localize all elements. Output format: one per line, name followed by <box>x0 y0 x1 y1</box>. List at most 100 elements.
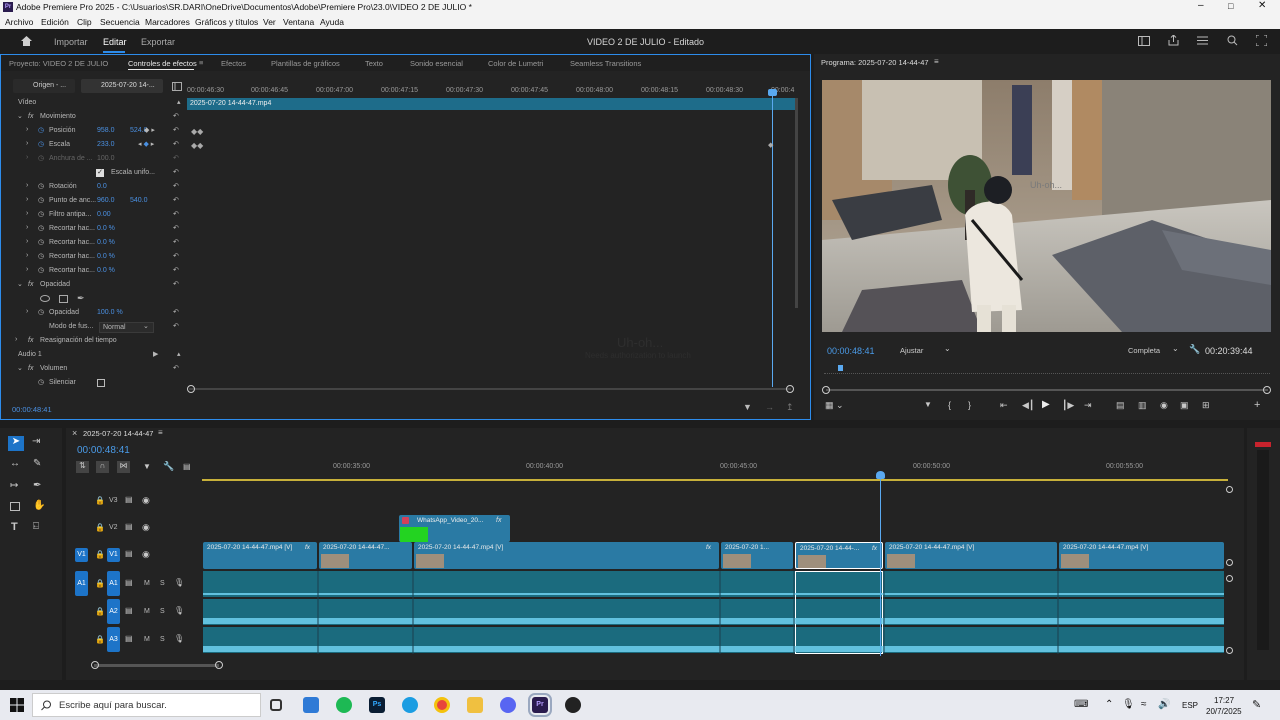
anchor-row[interactable]: › ◷ Punto de anc... 960.0 540.0 ↶ <box>1 195 186 209</box>
blend-row[interactable]: Modo de fus... Normal ⌄ ↶ <box>1 321 186 335</box>
sync-lock-icon[interactable]: ▤ <box>125 606 133 615</box>
program-zoom-right[interactable] <box>1263 386 1271 394</box>
ec-scrollbar[interactable] <box>795 98 798 308</box>
stopwatch-icon[interactable]: ◷ <box>38 126 44 134</box>
add-marker-icon[interactable]: ▼ <box>924 400 932 409</box>
ec-hscroll-handle-right[interactable] <box>786 385 794 393</box>
tab-lumetri[interactable]: Color de Lumetri <box>488 59 543 68</box>
add-button-icon[interactable]: + <box>1254 399 1260 411</box>
uniform-scale-row[interactable]: ✓ Escala unifo... ↶ <box>1 167 186 181</box>
reset-icon[interactable]: ↶ <box>173 168 179 176</box>
tab-sonido[interactable]: Sonido esencial <box>410 59 463 68</box>
blend-dropdown[interactable]: Normal ⌄ <box>99 322 154 333</box>
reset-icon[interactable]: ↶ <box>173 238 179 246</box>
video-clip[interactable]: 2025-07-20 14-44-47... <box>319 542 412 569</box>
program-playhead[interactable] <box>838 365 843 371</box>
crop-row[interactable]: › ◷ Recortar hac... 0.0 % ↶ <box>1 237 186 251</box>
program-timecode[interactable]: 00:00:48:41 <box>827 346 875 356</box>
stopwatch-icon[interactable]: ◷ <box>38 210 44 218</box>
expand-down-icon[interactable]: ⌄ <box>17 364 23 372</box>
panel-layout-icon[interactable] <box>1138 36 1150 46</box>
obs-icon[interactable] <box>565 697 581 713</box>
microphone-icon[interactable]: 🎙 <box>174 578 184 587</box>
premiere-taskbar-icon[interactable]: Pr <box>528 693 552 717</box>
network-icon[interactable]: ≈ <box>1141 699 1147 710</box>
lock-icon[interactable]: 🔒 <box>95 579 105 588</box>
reset-icon[interactable]: ↶ <box>173 280 179 288</box>
menu-edicion[interactable]: Edición <box>41 17 69 27</box>
slip-tool-icon[interactable]: ↦ <box>10 480 18 491</box>
linked-selection-icon[interactable]: ⋈ <box>117 461 130 473</box>
filter-icon[interactable]: ▼ <box>743 402 752 412</box>
stopwatch-icon[interactable]: ◷ <box>38 182 44 190</box>
captions-icon[interactable]: ▤ <box>183 462 191 471</box>
timeline-timecode[interactable]: 00:00:48:41 <box>77 445 130 456</box>
opacity-group-row[interactable]: ⌄ fx Opacidad ↶ <box>1 279 186 293</box>
tab-texto[interactable]: Texto <box>365 59 383 68</box>
sync-lock-icon[interactable]: ▤ <box>125 634 133 643</box>
rotation-row[interactable]: › ◷ Rotación 0.0 ↶ <box>1 181 186 195</box>
panel-toggle-icon[interactable] <box>172 82 182 91</box>
reset-icon[interactable]: ↶ <box>173 308 179 316</box>
reset-icon[interactable]: ↶ <box>173 364 179 372</box>
ec-timecode[interactable]: 00:00:48:41 <box>12 405 52 414</box>
lift-icon[interactable]: ▤ <box>1116 400 1125 411</box>
stopwatch-icon[interactable]: ◷ <box>38 238 44 246</box>
expand-right-icon[interactable]: › <box>26 238 28 245</box>
share-icon[interactable] <box>1168 35 1179 46</box>
expand-right-icon[interactable]: › <box>26 224 28 231</box>
safe-margins-icon[interactable]: ▦ ⌄ <box>825 400 844 411</box>
sync-lock-icon[interactable]: ▤ <box>125 549 133 558</box>
mark-in-icon[interactable]: { <box>948 400 951 410</box>
menu-graficos[interactable]: Gráficos y títulos <box>195 17 258 27</box>
position-x-value[interactable]: 958.0 <box>97 127 115 134</box>
taskbar-search-box[interactable]: Escribe aquí para buscar. <box>32 693 261 717</box>
sync-lock-icon[interactable]: ▤ <box>125 495 133 504</box>
timeline-zoom-right[interactable] <box>215 661 223 669</box>
video-clip[interactable]: 2025-07-20 14-44-47.mp4 [V] fx <box>414 542 719 569</box>
minimize-button[interactable]: – <box>1198 0 1204 11</box>
tab-editar[interactable]: Editar <box>103 37 127 47</box>
overlay-clip[interactable]: WhatsApp_Video_20... fx <box>399 515 510 542</box>
tab-exportar[interactable]: Exportar <box>141 37 175 47</box>
anchor-y-value[interactable]: 540.0 <box>130 197 148 204</box>
caption-tool-icon[interactable]: ⍇ <box>33 521 39 532</box>
timeline-sequence-tab[interactable]: 2025-07-20 14-44-47 <box>83 429 153 438</box>
reset-icon[interactable]: ↶ <box>173 196 179 204</box>
checkbox-checked-icon[interactable]: ✓ <box>96 169 104 177</box>
sync-lock-icon[interactable]: ▤ <box>125 578 133 587</box>
vr-icon[interactable]: ⊞ <box>1202 400 1210 411</box>
expand-right-icon[interactable]: › <box>26 252 28 259</box>
timeline-menu-icon[interactable]: ≡ <box>158 428 163 437</box>
crop-value[interactable]: 0.0 % <box>97 253 115 260</box>
expand-down-icon[interactable]: ⌄ <box>17 280 23 288</box>
hand-tool-icon[interactable]: ✋ <box>33 500 45 511</box>
photoshop-icon[interactable]: Ps <box>369 697 385 713</box>
tab-proyecto[interactable]: Proyecto: VIDEO 2 DE JULIO <box>9 59 108 68</box>
menu-clip[interactable]: Clip <box>77 17 92 27</box>
tab-efectos[interactable]: Efectos <box>221 59 246 68</box>
menu-archivo[interactable]: Archivo <box>5 17 33 27</box>
reset-icon[interactable]: ↶ <box>173 322 179 330</box>
lock-icon[interactable]: 🔒 <box>95 635 105 644</box>
video-clip-selected[interactable]: 2025-07-20 14-44-... fx <box>795 542 883 569</box>
video-clip[interactable]: 2025-07-20 14-44-47.mp4 [V] <box>1059 542 1224 569</box>
reset-icon[interactable]: ↶ <box>173 112 179 120</box>
eye-icon[interactable]: ◉ <box>142 495 150 506</box>
keyframe-nav-icon[interactable]: ◂ ◆ ▸ <box>138 140 154 148</box>
pen-tool-icon[interactable]: ✒ <box>33 480 41 491</box>
lock-icon[interactable]: 🔒 <box>95 523 105 532</box>
tab-controles-efectos[interactable]: Controles de efectos <box>128 59 197 68</box>
mute-button[interactable]: M <box>144 636 150 643</box>
lock-icon[interactable]: 🔒 <box>95 496 105 505</box>
ellipse-mask-icon[interactable] <box>40 295 50 302</box>
mute-button[interactable]: M <box>144 608 150 615</box>
language-indicator[interactable]: ESP <box>1182 701 1198 710</box>
source-v1-patch[interactable]: V1 <box>75 548 88 562</box>
crop-row[interactable]: › ◷ Recortar hac... 0.0 % ↶ <box>1 265 186 279</box>
menu-secuencia[interactable]: Secuencia <box>100 17 140 27</box>
mute-checkbox[interactable] <box>97 379 105 387</box>
track-a1-target[interactable]: A1 <box>107 571 120 596</box>
reset-icon[interactable]: ↶ <box>173 210 179 218</box>
task-view-icon[interactable] <box>270 699 282 711</box>
